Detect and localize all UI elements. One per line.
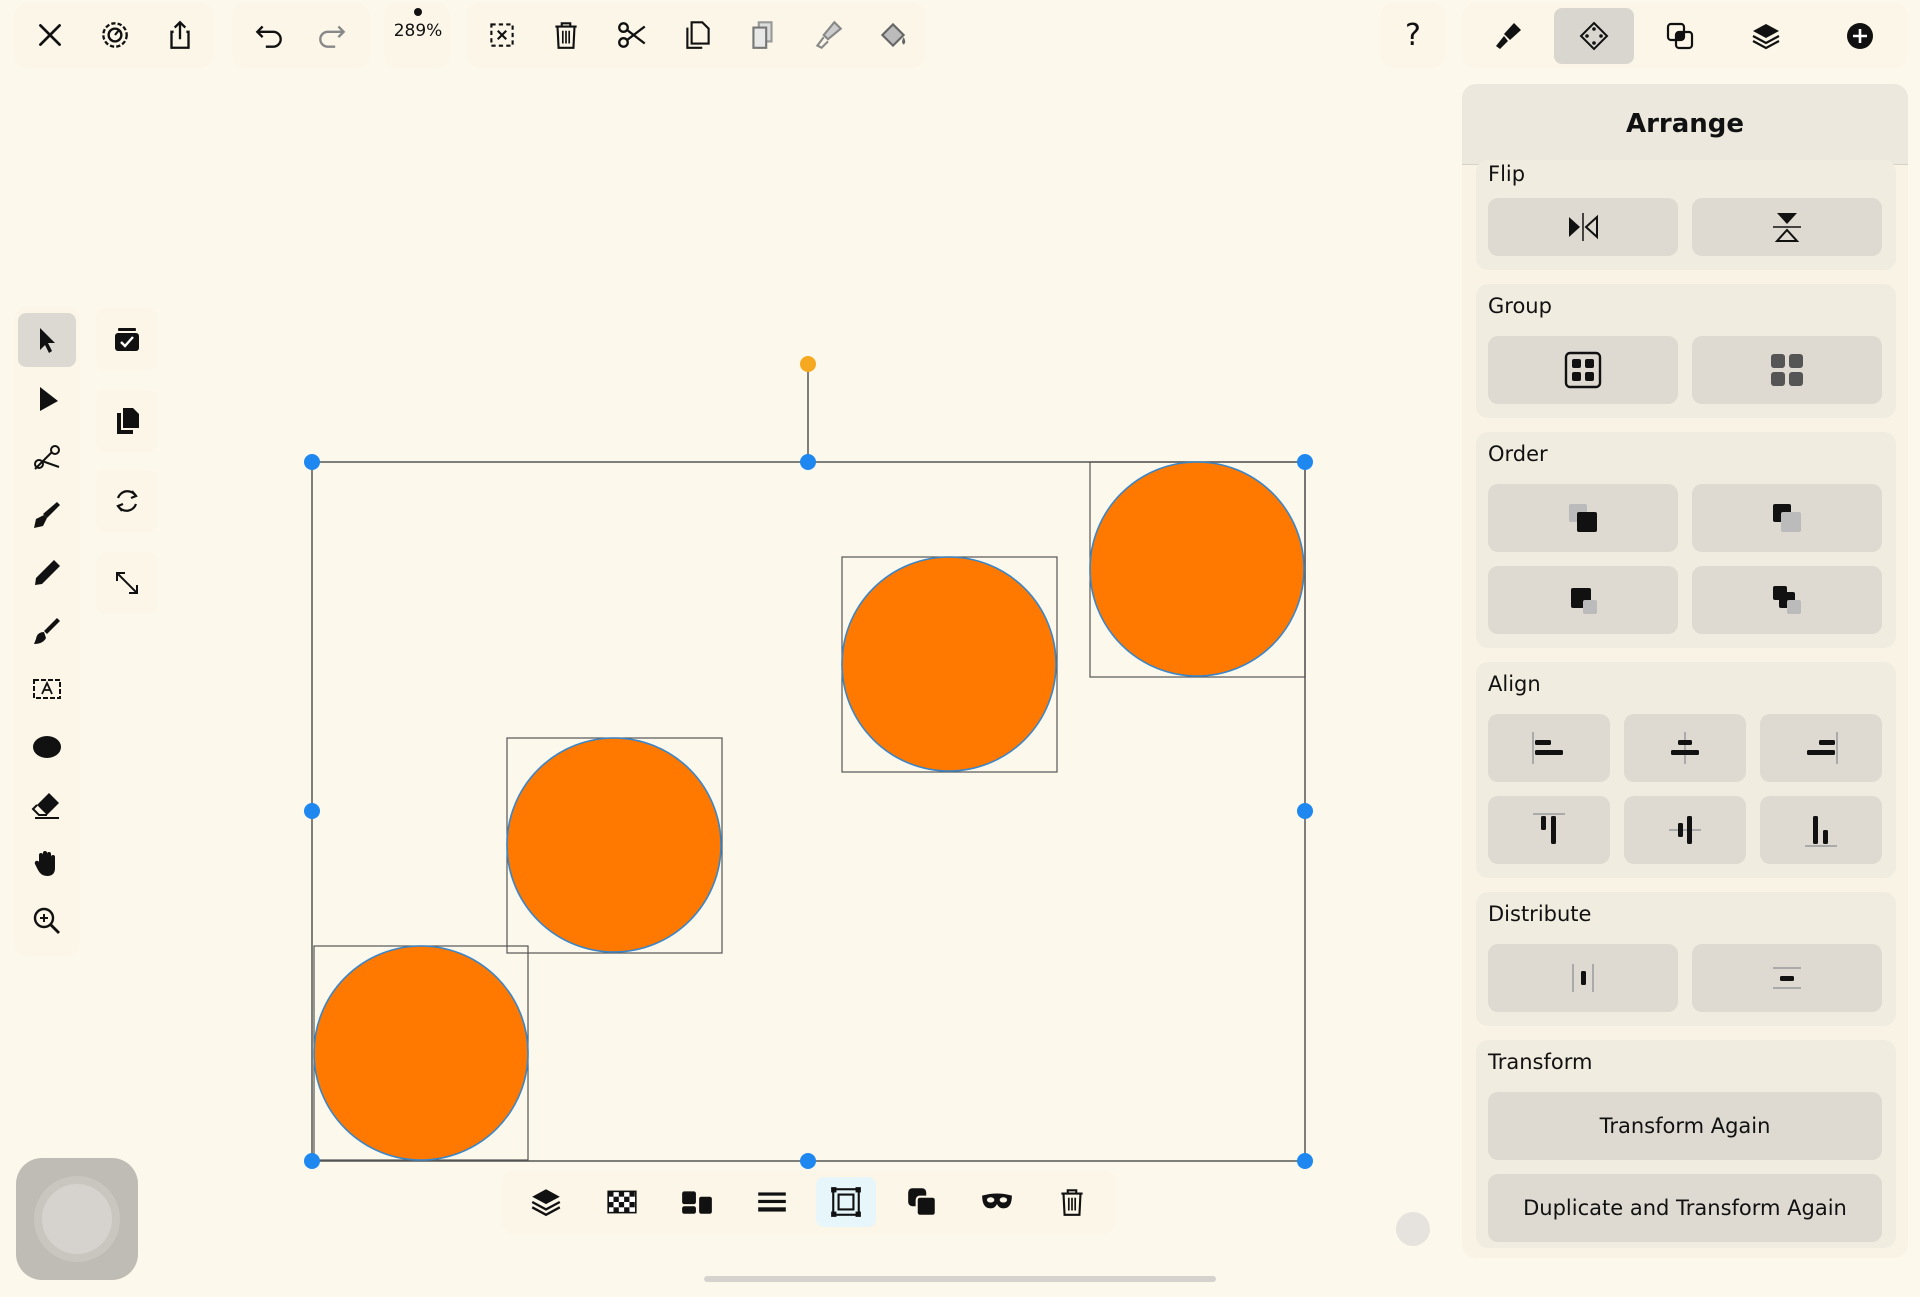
- opacity-button[interactable]: [592, 1177, 652, 1227]
- distribute-horizontal-icon: [1572, 964, 1594, 992]
- orange-circle[interactable]: [506, 737, 722, 953]
- orange-circle[interactable]: [313, 945, 529, 1161]
- group-button[interactable]: [1488, 336, 1678, 404]
- arrange-icon: [1579, 21, 1609, 51]
- align-center-icon: [1671, 732, 1699, 764]
- distribute-vertical-button[interactable]: [1692, 944, 1882, 1012]
- resize-handle[interactable]: [304, 1153, 320, 1169]
- send-backward-icon: [1773, 586, 1801, 614]
- assistive-touch-inner: [42, 1184, 112, 1254]
- align-top-icon: [1533, 813, 1565, 844]
- ungroup-button[interactable]: [1692, 336, 1882, 404]
- brush-tab[interactable]: [1468, 8, 1548, 64]
- align-middle-icon: [1669, 816, 1701, 844]
- resize-handle[interactable]: [304, 454, 320, 470]
- distribute-section: Distribute: [1476, 892, 1896, 1026]
- trash-icon: [1061, 1189, 1083, 1216]
- align-left-icon: [1532, 732, 1563, 764]
- transform-section: Transform Transform Again Duplicate and …: [1476, 1040, 1896, 1248]
- layer-button[interactable]: [516, 1177, 576, 1227]
- brush-icon: [1496, 23, 1521, 49]
- resize-handle[interactable]: [1297, 803, 1313, 819]
- boolean-tab[interactable]: [1640, 8, 1720, 64]
- rotation-handle[interactable]: [800, 356, 816, 372]
- distribute-horizontal-button[interactable]: [1488, 944, 1678, 1012]
- assistive-touch-button[interactable]: [16, 1158, 138, 1280]
- frame-button[interactable]: [816, 1177, 876, 1227]
- arrange-button[interactable]: [667, 1177, 727, 1227]
- duplicate-transform-again-button[interactable]: Duplicate and Transform Again: [1488, 1174, 1882, 1242]
- align-left-button[interactable]: [1488, 714, 1610, 782]
- mask-button[interactable]: [967, 1177, 1027, 1227]
- blocks-icon: [682, 1191, 712, 1214]
- canvas[interactable]: [0, 0, 1440, 1297]
- align-section: Align: [1476, 662, 1896, 878]
- bring-to-front-icon: [1569, 504, 1597, 532]
- flip-vertical-icon: [1773, 213, 1801, 242]
- group-section: Group: [1476, 284, 1896, 418]
- orange-circle[interactable]: [841, 556, 1057, 772]
- checkerboard-icon: [607, 1190, 637, 1214]
- send-to-back-icon: [1773, 504, 1801, 532]
- section-label: Flip: [1488, 162, 1526, 186]
- resize-handle[interactable]: [800, 1153, 816, 1169]
- add-tab[interactable]: [1820, 8, 1900, 64]
- align-center-horizontal-button[interactable]: [1624, 714, 1746, 782]
- align-right-icon: [1807, 732, 1838, 764]
- resize-handle[interactable]: [800, 454, 816, 470]
- lines-icon: [758, 1192, 786, 1212]
- section-label: Align: [1488, 672, 1541, 696]
- mask-icon: [982, 1193, 1012, 1209]
- home-indicator[interactable]: [704, 1276, 1216, 1282]
- arrange-tab[interactable]: [1554, 8, 1634, 64]
- stroke-button[interactable]: [742, 1177, 802, 1227]
- delete-button[interactable]: [1042, 1177, 1102, 1227]
- boolean-button[interactable]: [892, 1177, 952, 1227]
- align-middle-button[interactable]: [1624, 796, 1746, 864]
- order-section: Order: [1476, 432, 1896, 648]
- plus-circle-icon: [1847, 23, 1873, 49]
- send-backward-button[interactable]: [1692, 566, 1882, 634]
- layers-tab[interactable]: [1726, 8, 1806, 64]
- distribute-vertical-icon: [1773, 967, 1801, 989]
- align-right-button[interactable]: [1760, 714, 1882, 782]
- frame-icon: [831, 1187, 861, 1217]
- bring-forward-button[interactable]: [1488, 566, 1678, 634]
- boolean-icon: [1666, 22, 1694, 50]
- section-label: Order: [1488, 442, 1548, 466]
- bring-to-front-button[interactable]: [1488, 484, 1678, 552]
- layers-icon: [1752, 24, 1780, 50]
- section-label: Transform: [1488, 1050, 1593, 1074]
- send-to-back-button[interactable]: [1692, 484, 1882, 552]
- boolean-icon: [908, 1188, 937, 1217]
- transform-again-button[interactable]: Transform Again: [1488, 1092, 1882, 1160]
- group-icon: [1564, 351, 1602, 389]
- context-toolbar: [502, 1170, 1116, 1234]
- resize-handle[interactable]: [304, 803, 320, 819]
- resize-handle[interactable]: [1297, 1153, 1313, 1169]
- flip-vertical-button[interactable]: [1692, 198, 1882, 256]
- align-bottom-icon: [1805, 816, 1837, 847]
- layers-icon: [531, 1189, 561, 1217]
- align-top-button[interactable]: [1488, 796, 1610, 864]
- section-label: Group: [1488, 294, 1552, 318]
- flip-section: Flip: [1476, 160, 1896, 270]
- resize-handle[interactable]: [1297, 454, 1313, 470]
- bring-forward-icon: [1571, 588, 1597, 614]
- orange-circle[interactable]: [1089, 461, 1305, 677]
- flip-horizontal-button[interactable]: [1488, 198, 1678, 256]
- panel-title: Arrange: [1462, 84, 1908, 165]
- ungroup-icon: [1771, 354, 1803, 386]
- section-label: Distribute: [1488, 902, 1592, 926]
- align-bottom-button[interactable]: [1760, 796, 1882, 864]
- floating-indicator: [1396, 1212, 1430, 1246]
- arrange-panel: Arrange Flip Group Order Align Distribut…: [1462, 84, 1908, 1258]
- flip-horizontal-icon: [1569, 213, 1598, 241]
